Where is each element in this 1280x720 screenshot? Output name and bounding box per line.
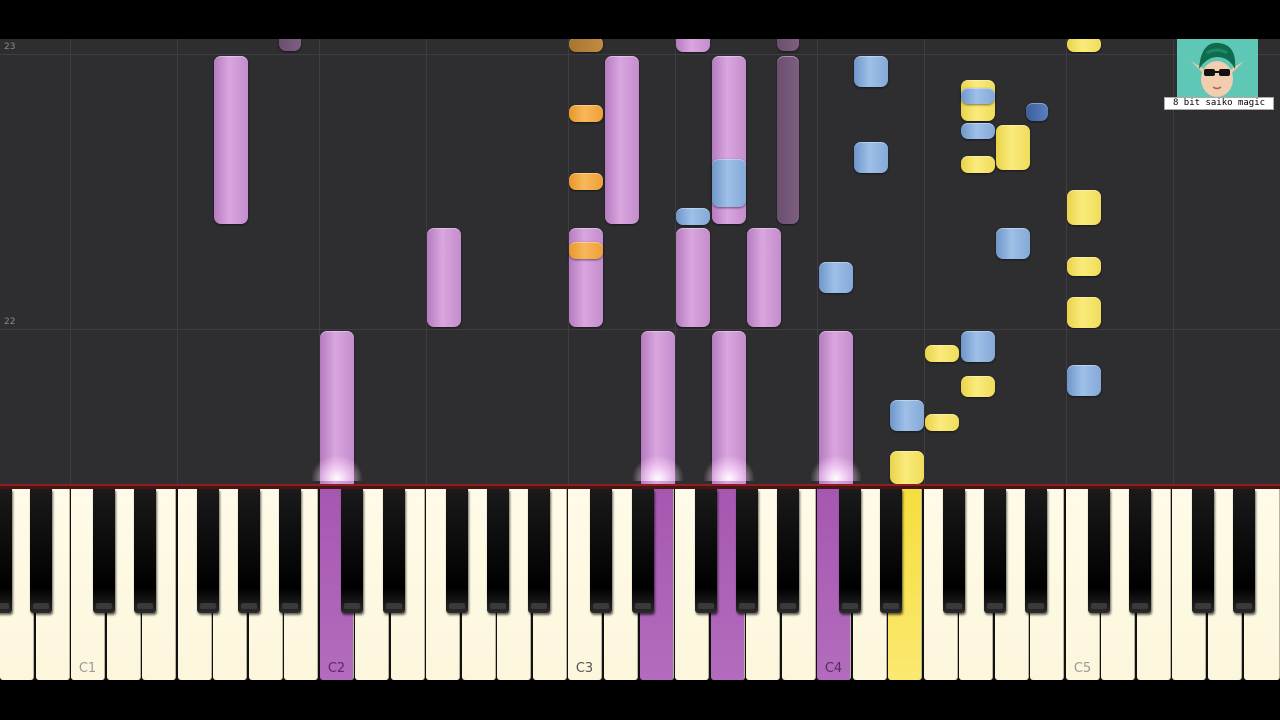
black-key[interactable]	[197, 489, 219, 613]
black-key[interactable]	[590, 489, 612, 613]
grid-line	[817, 39, 818, 484]
measure-line	[0, 329, 1280, 330]
note-bar	[961, 88, 995, 104]
grid-line	[177, 39, 178, 484]
octave-label: C5	[1073, 661, 1092, 676]
note-bar	[605, 56, 639, 224]
note-bar	[676, 228, 710, 327]
elf-avatar-icon	[1177, 39, 1258, 97]
black-key[interactable]	[1129, 489, 1151, 613]
piano-keyboard[interactable]: C1 C2 C3 C4 C5	[0, 489, 1280, 680]
note-bar	[777, 56, 799, 224]
black-key[interactable]	[839, 489, 861, 613]
black-key[interactable]	[238, 489, 260, 613]
black-key[interactable]	[777, 489, 799, 613]
black-key[interactable]	[134, 489, 156, 613]
octave-label: C2	[327, 661, 346, 676]
note-bar	[676, 208, 710, 225]
black-key[interactable]	[984, 489, 1006, 613]
note-bar	[569, 105, 603, 122]
note-bar	[1067, 365, 1101, 396]
piano-roll: 23 22	[0, 39, 1280, 484]
note-bar	[925, 414, 959, 431]
black-key[interactable]	[341, 489, 363, 613]
note-bar	[890, 400, 924, 431]
note-bar	[569, 173, 603, 190]
black-key[interactable]	[30, 489, 52, 613]
note-bar	[747, 228, 781, 327]
note-bar	[569, 242, 603, 259]
octave-label: C4	[824, 661, 843, 676]
black-key[interactable]	[632, 489, 654, 613]
note-bar	[1026, 103, 1048, 121]
note-bar	[279, 39, 301, 51]
note-bar	[961, 376, 995, 397]
note-bar	[1067, 297, 1101, 328]
measure-number: 22	[4, 317, 16, 327]
black-key[interactable]	[1025, 489, 1047, 613]
black-key[interactable]	[943, 489, 965, 613]
note-bar	[712, 159, 746, 207]
note-bar	[1067, 257, 1101, 276]
note-bar	[890, 451, 924, 484]
black-key[interactable]	[528, 489, 550, 613]
black-key[interactable]	[736, 489, 758, 613]
note-bar	[961, 156, 995, 173]
note-bar	[214, 56, 248, 224]
black-key[interactable]	[1233, 489, 1255, 613]
note-bar	[427, 228, 461, 327]
black-key[interactable]	[1192, 489, 1214, 613]
channel-caption: 8 bit saiko magic	[1164, 97, 1274, 110]
black-key[interactable]	[487, 489, 509, 613]
measure-number: 23	[4, 42, 16, 52]
note-bar	[925, 345, 959, 362]
black-key[interactable]	[383, 489, 405, 613]
note-bar	[996, 228, 1030, 259]
black-key[interactable]	[0, 489, 12, 613]
note-bar	[961, 123, 995, 139]
key-glow	[311, 455, 363, 481]
key-glow	[810, 455, 862, 481]
black-key[interactable]	[695, 489, 717, 613]
note-bar	[854, 56, 888, 87]
note-bar	[1067, 39, 1101, 52]
note-bar	[819, 262, 853, 293]
black-key[interactable]	[1088, 489, 1110, 613]
octave-label: C1	[78, 661, 97, 676]
key-glow	[632, 455, 684, 481]
note-bar	[676, 39, 710, 52]
measure-line	[0, 54, 1280, 55]
grid-line	[70, 39, 71, 484]
note-bar	[777, 39, 799, 51]
note-bar	[569, 39, 603, 52]
black-key[interactable]	[446, 489, 468, 613]
note-bar	[996, 125, 1030, 170]
note-bar	[1067, 190, 1101, 225]
black-key[interactable]	[880, 489, 902, 613]
note-bar	[854, 142, 888, 173]
octave-label: C3	[575, 661, 594, 676]
black-key[interactable]	[93, 489, 115, 613]
note-bar	[961, 331, 995, 362]
black-key[interactable]	[279, 489, 301, 613]
key-glow	[703, 455, 755, 481]
